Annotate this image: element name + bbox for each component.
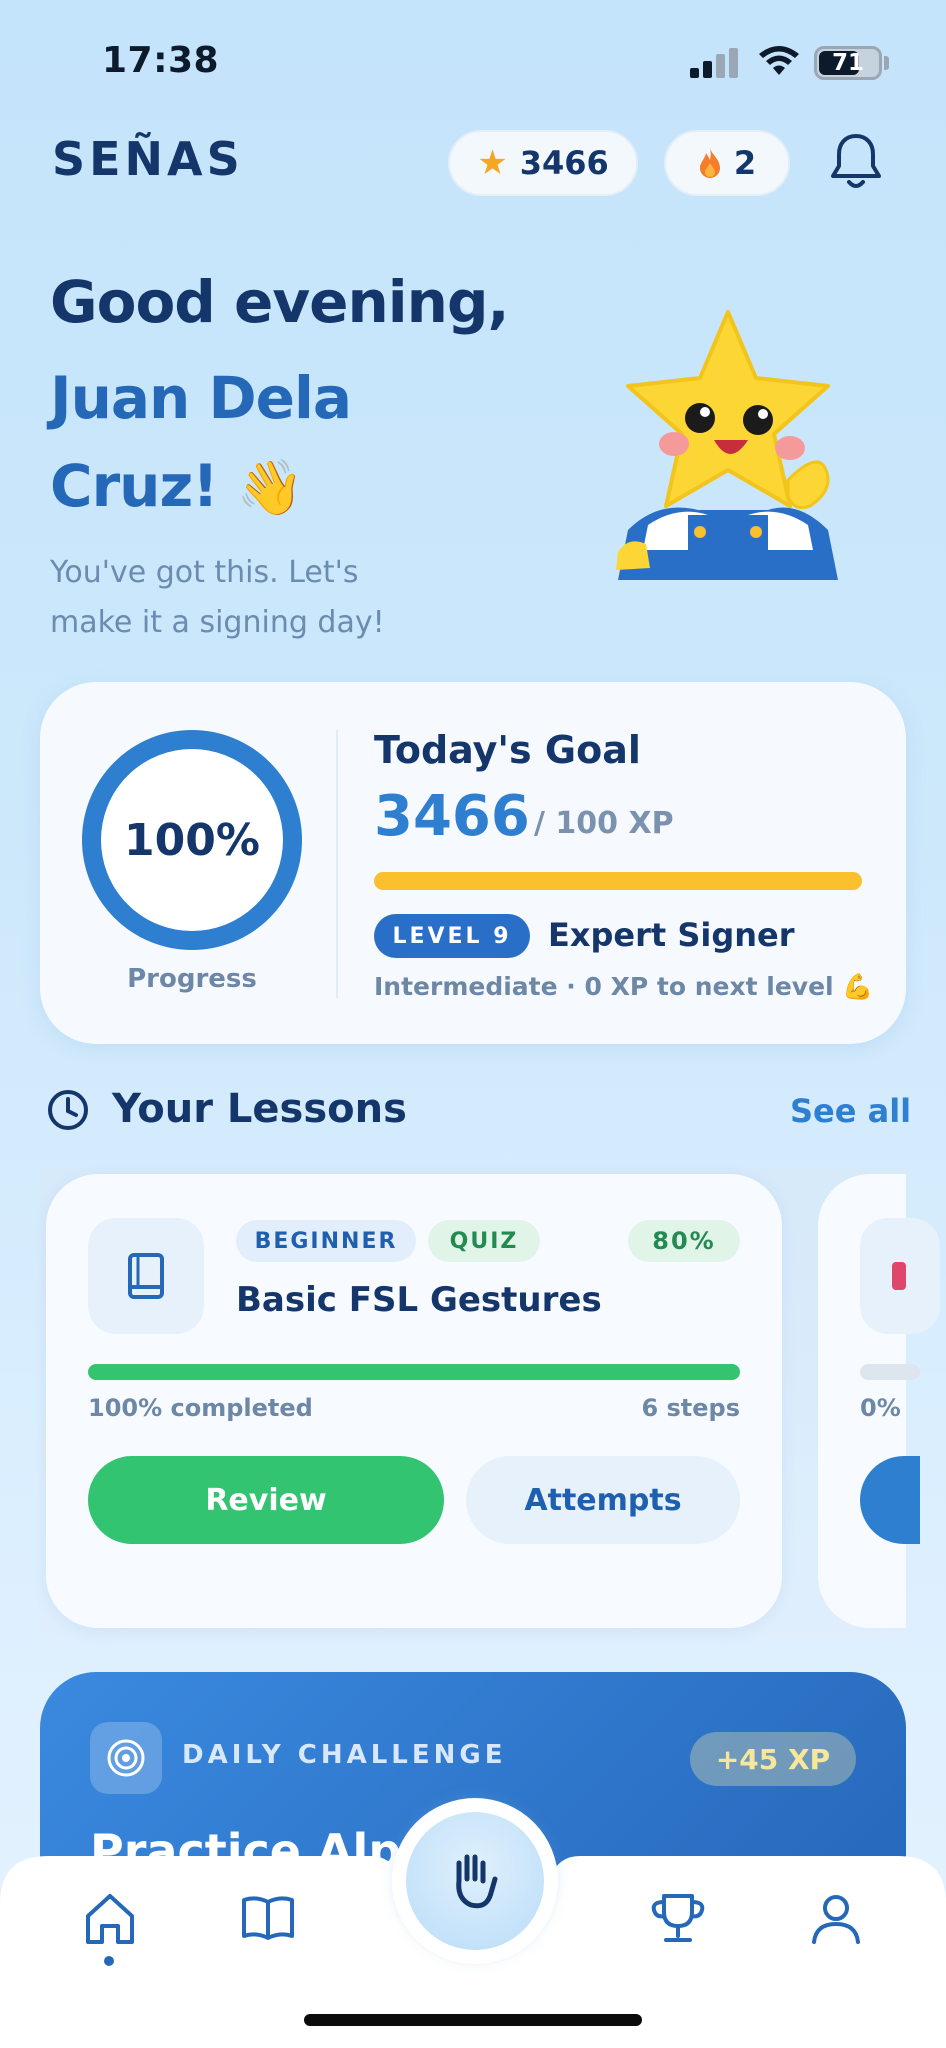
progress-label: Progress [127,964,257,994]
daily-xp-badge: +45 XP [690,1732,856,1786]
star-mascot-illustration [616,310,838,580]
level-badge: LEVEL 9 [374,914,530,958]
level-subtitle: Intermediate · 0 XP to next level 💪 [374,972,874,1001]
active-tab-indicator [104,1956,114,1966]
goal-xp-value: 3466 [374,784,530,849]
home-indicator [304,2014,642,2026]
waving-hand-icon: 👋 [236,456,304,519]
progress-ring: 100% [82,730,302,950]
see-all-link[interactable]: See all [790,1092,911,1130]
streak-counter[interactable]: 2 [664,130,790,196]
lesson-level-tag: BEGINNER [236,1220,416,1262]
hand-icon [456,1854,498,1909]
cellular-signal-icon [690,48,738,78]
stars-value: 3466 [519,144,609,182]
user-icon[interactable] [806,1888,866,1948]
clock-icon [48,1090,88,1130]
stars-counter[interactable]: ★ 3466 [448,130,638,196]
wifi-icon [759,46,799,75]
battery-icon: 71 [814,46,882,80]
bell-icon[interactable] [828,130,884,192]
trophy-icon[interactable] [648,1888,708,1948]
book-open-icon[interactable] [238,1888,298,1948]
progress-percent: 100% [124,814,260,866]
goal-divider [336,730,338,998]
star-icon: ★ [477,143,508,183]
level-title: Expert Signer [548,916,795,954]
user-name: Juan Dela Cruz! [50,364,352,520]
greeting-line: Good evening, [50,268,510,336]
lesson-title: Basic FSL Gestures [236,1280,602,1320]
lesson-score-tag: 80% [628,1220,740,1262]
greeting-name: Juan Dela Cruz! 👋 [50,354,510,532]
lesson-icon-box [88,1218,204,1334]
goal-xp-target: / 100 XP [534,806,674,841]
lesson-progress-bar [88,1364,740,1380]
lesson-2-completed-text: 0% [860,1394,901,1422]
battery-level: 71 [831,50,864,76]
lesson-2-progress-bar [860,1364,920,1380]
greeting-subtext: You've got this. Let's make it a signing… [50,555,385,640]
target-icon [107,1739,145,1777]
goal-progress-bar [374,872,862,890]
daily-challenge-label: DAILY CHALLENGE [182,1740,507,1770]
flame-icon [699,148,720,178]
status-time: 17:38 [102,40,220,81]
book-icon [128,1253,164,1299]
lesson-steps-text: 6 steps [641,1394,740,1422]
attempts-button[interactable]: Attempts [466,1456,740,1544]
battery-nub [884,56,889,70]
section-title-lessons: Your Lessons [112,1086,407,1132]
target-icon-box [90,1722,162,1794]
goal-title: Today's Goal [374,728,641,772]
home-icon[interactable] [80,1888,140,1948]
streak-value: 2 [733,144,757,182]
lesson-type-tag: QUIZ [428,1220,540,1262]
sign-practice-button[interactable] [406,1812,544,1950]
lesson-completed-text: 100% completed [88,1394,313,1422]
app-logo: SEÑAS [52,132,244,186]
lesson-2-icon [892,1262,906,1290]
review-button[interactable]: Review [88,1456,444,1544]
